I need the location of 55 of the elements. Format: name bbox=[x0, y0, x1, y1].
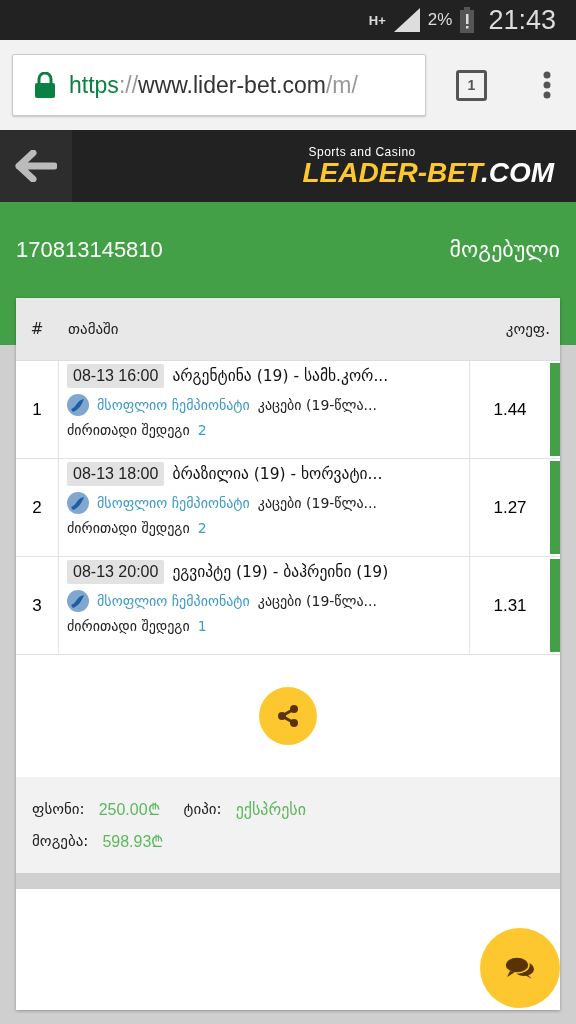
win-value: 598.93₾ bbox=[102, 832, 164, 852]
network-indicator: H+ bbox=[368, 12, 386, 28]
ticket-id: 170813145810 bbox=[16, 237, 163, 263]
clock: 21:43 bbox=[488, 4, 556, 36]
match-name: ბრაზილია (19) - ხორვატი... bbox=[172, 465, 383, 483]
column-header: კოეფ. bbox=[504, 320, 551, 338]
match-name: არგენტინა (19) - სამხ.კორ... bbox=[172, 367, 389, 385]
pick-text: 2 bbox=[197, 520, 207, 536]
market-text: ძირითადი შედეგი bbox=[67, 422, 190, 438]
globe-icon bbox=[67, 394, 89, 416]
tournament-link[interactable]: მსოფლიო ჩემპიონატი bbox=[97, 495, 250, 511]
win-label: მოგება: bbox=[32, 832, 89, 850]
url-text: https://www.lider-bet.com/m/ bbox=[69, 71, 358, 99]
tournament-link[interactable]: მსოფლიო ჩემპიონატი bbox=[97, 593, 250, 609]
row-number: 2 bbox=[31, 497, 43, 518]
match-time: 08-13 18:00 bbox=[67, 462, 165, 486]
back-button[interactable] bbox=[0, 130, 72, 202]
column-header: თამაში bbox=[67, 320, 120, 338]
type-value: ექსპრესი bbox=[235, 799, 306, 819]
odds-value: 1.31 bbox=[492, 595, 528, 616]
row-number: 3 bbox=[31, 595, 43, 616]
stake-value: 250.00₾ bbox=[98, 800, 160, 820]
share-icon bbox=[276, 704, 300, 728]
globe-icon bbox=[67, 590, 89, 612]
lock-icon bbox=[35, 72, 55, 98]
address-bar[interactable]: https://www.lider-bet.com/m/ bbox=[12, 54, 426, 116]
match-time: 08-13 16:00 bbox=[67, 364, 165, 388]
market-text: ძირითადი შედეგი bbox=[67, 618, 190, 634]
more-menu-icon[interactable] bbox=[543, 71, 551, 99]
pick-text: 2 bbox=[197, 422, 207, 438]
pick-text: 1 bbox=[197, 618, 207, 634]
match-name: ეგვიპტე (19) - ბაჰრეინი (19) bbox=[172, 563, 389, 581]
odds-value: 1.44 bbox=[492, 399, 528, 420]
odds-value: 1.27 bbox=[492, 497, 528, 518]
type-label: ტიპი: bbox=[183, 800, 222, 818]
battery-percent: 2% bbox=[427, 10, 453, 30]
category-text: კაცები (19-წლა... bbox=[257, 397, 377, 413]
chat-bubbles-icon bbox=[505, 956, 535, 980]
globe-icon bbox=[67, 492, 89, 514]
tournament-link[interactable]: მსოფლიო ჩემპიონატი bbox=[97, 397, 250, 413]
category-text: კაცები (19-წლა... bbox=[257, 593, 377, 609]
tab-count-button[interactable]: 1 bbox=[456, 69, 487, 101]
ticket-status: მოგებული bbox=[449, 237, 560, 263]
share-button[interactable] bbox=[259, 687, 317, 745]
logo-tagline: Sports and Casino bbox=[308, 145, 416, 159]
match-time: 08-13 20:00 bbox=[67, 560, 165, 584]
stake-label: ფსონი: bbox=[32, 800, 85, 818]
column-header: # bbox=[29, 320, 45, 338]
logo: LEADER-BET.COM bbox=[302, 159, 554, 187]
market-text: ძირითადი შედეგი bbox=[67, 520, 190, 536]
back-arrow-icon bbox=[15, 150, 57, 182]
signal-icon bbox=[393, 8, 420, 32]
row-number: 1 bbox=[31, 399, 43, 420]
battery-icon bbox=[460, 7, 475, 33]
category-text: კაცები (19-წლა... bbox=[257, 495, 377, 511]
